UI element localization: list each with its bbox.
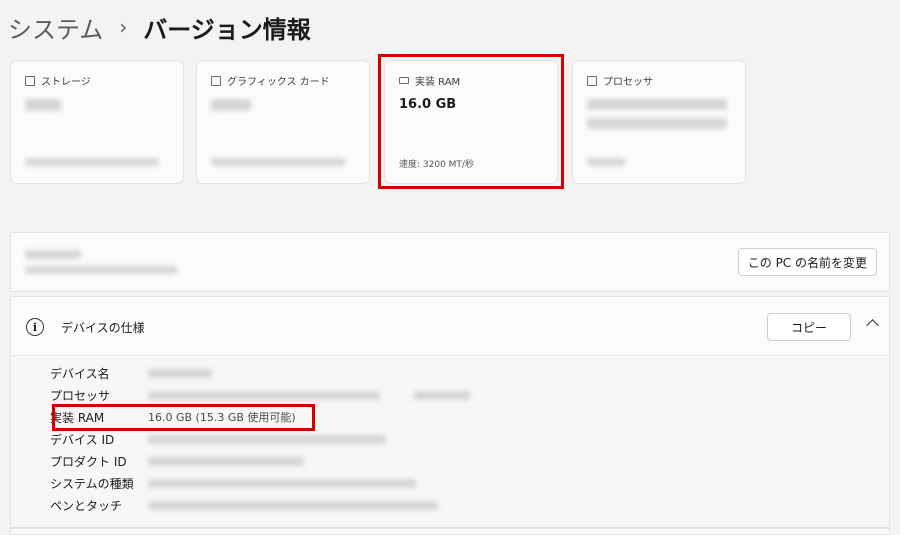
graphics-sub-redacted xyxy=(211,158,345,166)
breadcrumb-parent[interactable]: システム xyxy=(8,10,103,45)
spec-value-ram: 16.0 GB (15.3 GB 使用可能) xyxy=(148,411,296,424)
spec-row-system-type: システムの種類 xyxy=(50,473,416,493)
ram-speed: 速度: 3200 MT/秒 xyxy=(399,160,474,170)
info-icon: i xyxy=(26,318,44,336)
spec-label: システムの種類 xyxy=(50,476,134,491)
spec-value-redacted xyxy=(148,368,212,378)
spec-value-redacted xyxy=(148,456,304,466)
spec-row-device-name: デバイス名 xyxy=(50,363,212,383)
ram-card[interactable]: 実装 RAM 16.0 GB 速度: 3200 MT/秒 xyxy=(384,60,558,184)
spec-value-redacted xyxy=(148,434,386,444)
spec-label: プロセッサ xyxy=(50,388,111,403)
storage-value-redacted xyxy=(25,99,61,111)
spec-row-device-id: デバイス ID xyxy=(50,429,386,449)
device-specs-title: デバイスの仕様 xyxy=(61,321,145,335)
processor-card[interactable]: プロセッサ xyxy=(572,60,746,184)
spec-row-ram: 実装 RAM 16.0 GB (15.3 GB 使用可能) xyxy=(50,407,296,427)
processor-sub-redacted xyxy=(587,158,625,166)
next-section xyxy=(10,528,890,535)
spec-row-processor: プロセッサ xyxy=(50,385,470,405)
spec-row-product-id: プロダクト ID xyxy=(50,451,304,471)
storage-icon xyxy=(25,75,35,86)
storage-card[interactable]: ストレージ xyxy=(10,60,184,184)
device-specs-header[interactable]: i デバイスの仕様 コピー xyxy=(10,296,890,356)
spec-label: プロダクト ID xyxy=(50,454,127,469)
processor-value-redacted xyxy=(587,99,727,110)
ram-icon xyxy=(399,77,409,84)
spec-value-redacted xyxy=(414,390,470,400)
breadcrumb: システム › バージョン情報 xyxy=(8,10,311,44)
spec-label: ペンとタッチ xyxy=(50,498,123,513)
spec-label: デバイス名 xyxy=(50,366,110,381)
device-name-redacted xyxy=(25,250,81,259)
spec-value-redacted xyxy=(148,390,380,400)
processor-value-redacted-2 xyxy=(587,118,727,129)
graphics-card-icon xyxy=(211,75,221,86)
spec-value-redacted xyxy=(148,500,438,510)
copy-button[interactable]: コピー xyxy=(767,313,851,341)
graphics-card[interactable]: グラフィックス カード xyxy=(196,60,370,184)
graphics-value-redacted xyxy=(211,99,251,111)
rename-pc-button[interactable]: この PC の名前を変更 xyxy=(737,248,877,276)
spec-value-redacted xyxy=(148,478,416,488)
spec-label: 実装 RAM xyxy=(50,410,105,425)
graphics-label: グラフィックス カード xyxy=(227,77,330,88)
chevron-up-icon[interactable] xyxy=(866,319,879,332)
spec-row-pen-touch: ペンとタッチ xyxy=(50,495,438,515)
device-name-panel: この PC の名前を変更 xyxy=(10,232,890,292)
ram-value: 16.0 GB xyxy=(399,97,457,112)
storage-label: ストレージ xyxy=(41,77,91,88)
processor-label: プロセッサ xyxy=(603,77,653,88)
device-model-redacted xyxy=(25,266,177,274)
page-title: バージョン情報 xyxy=(143,15,311,44)
processor-icon xyxy=(587,75,597,86)
spec-label: デバイス ID xyxy=(50,432,115,447)
ram-label: 実装 RAM xyxy=(415,77,461,88)
storage-sub-redacted xyxy=(25,158,159,166)
chevron-right-icon: › xyxy=(119,15,128,39)
